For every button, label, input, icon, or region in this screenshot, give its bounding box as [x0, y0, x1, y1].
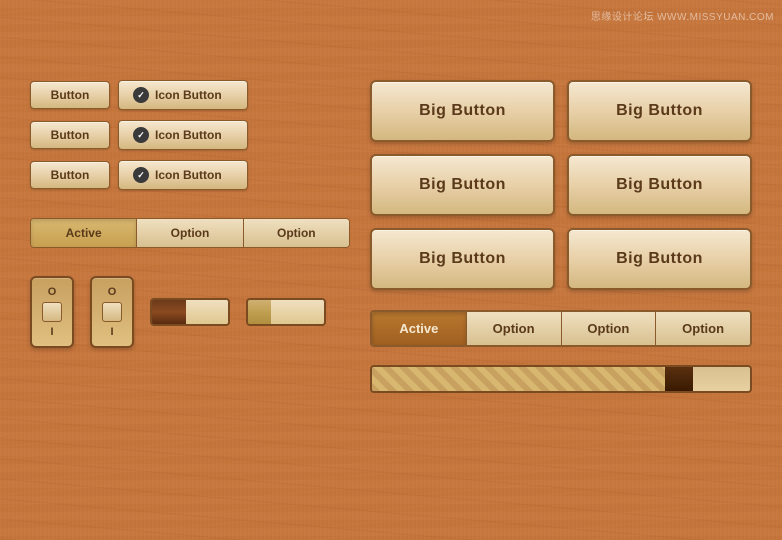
slider-2-fill — [248, 300, 271, 324]
small-buttons-group: Button Icon Button Button Icon Button Bu… — [30, 80, 350, 190]
progress-bar-container[interactable] — [370, 365, 752, 393]
big-button-6[interactable]: Big Button — [567, 228, 752, 290]
small-button-1[interactable]: Button — [30, 81, 110, 109]
progress-bar-fill — [372, 367, 693, 391]
watermark: 思缘设计论坛 WWW.MISSYUAN.COM — [591, 8, 774, 23]
big-button-5[interactable]: Big Button — [370, 228, 555, 290]
small-button-2[interactable]: Button — [30, 121, 110, 149]
icon-button-3-label: Icon Button — [155, 168, 222, 182]
slider-bar-2[interactable] — [246, 298, 326, 326]
icon-button-2-label: Icon Button — [155, 128, 222, 142]
tab-large-option-2[interactable]: Option — [562, 312, 657, 345]
big-button-1[interactable]: Big Button — [370, 80, 555, 142]
tab-group-large: Active Option Option Option — [370, 310, 752, 347]
small-button-3[interactable]: Button — [30, 161, 110, 189]
tab-small-option-1[interactable]: Option — [137, 219, 243, 247]
check-icon-3 — [133, 167, 149, 183]
icon-button-1[interactable]: Icon Button — [118, 80, 248, 110]
icon-button-3[interactable]: Icon Button — [118, 160, 248, 190]
toggle-2-indicator — [102, 302, 122, 322]
big-button-2[interactable]: Big Button — [567, 80, 752, 142]
toggle-2-bottom-label: I — [110, 326, 113, 338]
slider-2-empty — [271, 300, 324, 324]
toggle-1-indicator — [42, 302, 62, 322]
toggle-1-top-label: O — [48, 286, 57, 298]
check-icon-2 — [133, 127, 149, 143]
big-button-3[interactable]: Big Button — [370, 154, 555, 216]
toggle-1-bottom-label: I — [50, 326, 53, 338]
check-icon-1 — [133, 87, 149, 103]
right-section: Big Button Big Button Big Button Big But… — [370, 80, 752, 393]
tab-large-option-1[interactable]: Option — [467, 312, 562, 345]
left-section: Button Icon Button Button Icon Button Bu… — [30, 80, 350, 348]
btn-row-1: Button Icon Button — [30, 80, 350, 110]
icon-button-1-label: Icon Button — [155, 88, 222, 102]
toggles-section: O I O I — [30, 276, 350, 348]
tab-large-option-3[interactable]: Option — [656, 312, 750, 345]
toggle-switch-2[interactable]: O I — [90, 276, 134, 348]
big-buttons-grid: Big Button Big Button Big Button Big But… — [370, 80, 752, 290]
progress-bar-handle[interactable] — [665, 367, 693, 391]
btn-row-2: Button Icon Button — [30, 120, 350, 150]
tab-large-active[interactable]: Active — [372, 312, 467, 345]
toggle-switch-1[interactable]: O I — [30, 276, 74, 348]
slider-bar-1[interactable] — [150, 298, 230, 326]
big-button-4[interactable]: Big Button — [567, 154, 752, 216]
tab-small-active[interactable]: Active — [31, 219, 137, 247]
slider-1-fill — [152, 300, 186, 324]
toggle-2-top-label: O — [108, 286, 117, 298]
btn-row-3: Button Icon Button — [30, 160, 350, 190]
slider-1-empty — [186, 300, 228, 324]
tab-small-option-2[interactable]: Option — [244, 219, 349, 247]
icon-button-2[interactable]: Icon Button — [118, 120, 248, 150]
tab-group-small: Active Option Option — [30, 218, 350, 248]
